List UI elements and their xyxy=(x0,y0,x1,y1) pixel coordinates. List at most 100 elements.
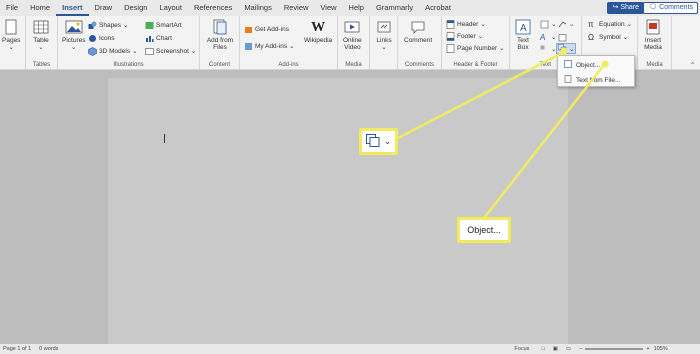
chart-button[interactable]: Chart xyxy=(145,33,172,43)
tab-home[interactable]: Home xyxy=(24,0,56,16)
screenshot-button[interactable]: Screenshot ⌄ xyxy=(145,46,196,56)
group-tables: Table ⌄ Tables xyxy=(26,16,58,70)
wikipedia-label: Wikipedia xyxy=(304,37,333,44)
my-addins-label: My Add-ins xyxy=(255,42,288,50)
page-number-button[interactable]: Page Number ⌄ xyxy=(446,43,505,53)
web-layout-icon[interactable]: ▭ xyxy=(566,346,571,352)
store-icon xyxy=(244,25,253,34)
comment-icon: 🗨 xyxy=(648,4,658,11)
tab-file[interactable]: File xyxy=(0,0,24,16)
screenshot-icon xyxy=(145,47,154,56)
menu-item-label: Text from File... xyxy=(576,76,621,84)
tab-help[interactable]: Help xyxy=(343,0,370,16)
cube-icon xyxy=(88,46,97,56)
3d-models-button[interactable]: 3D Models ⌄ xyxy=(88,46,138,56)
tab-mailings[interactable]: Mailings xyxy=(238,0,278,16)
footer-icon xyxy=(446,31,455,41)
shapes-button[interactable]: Shapes ⌄ xyxy=(88,20,129,30)
text-box-button[interactable]: A Text Box xyxy=(514,19,532,51)
chevron-down-icon: ⌄ xyxy=(480,21,486,28)
tab-view[interactable]: View xyxy=(314,0,342,16)
quick-parts-button[interactable]: ⌄ xyxy=(540,19,556,29)
pages-icon xyxy=(2,19,20,35)
focus-button[interactable]: Focus xyxy=(514,346,529,352)
header-button[interactable]: Header ⌄ xyxy=(446,19,486,29)
footer-button[interactable]: Footer ⌄ xyxy=(446,31,483,41)
zoom-slider[interactable] xyxy=(585,348,644,350)
symbol-button[interactable]: Ω Symbol ⌄ xyxy=(588,32,628,42)
share-button[interactable]: ↪ Share xyxy=(607,2,644,14)
page-count[interactable]: Page 1 of 1 xyxy=(3,346,31,352)
chevron-down-icon: ⌄ xyxy=(551,21,557,28)
table-button[interactable]: Table ⌄ xyxy=(32,19,50,51)
drop-cap-icon xyxy=(540,45,549,54)
add-from-files-button[interactable]: Add from Files xyxy=(205,19,235,51)
insert-media-label-1: Insert xyxy=(644,37,662,44)
date-time-button[interactable] xyxy=(558,32,567,42)
object-button[interactable]: ⌄ xyxy=(556,43,577,54)
signature-icon xyxy=(558,20,567,29)
drop-cap-button[interactable]: ⌄ xyxy=(540,44,556,54)
chevron-down-icon: ⌄ xyxy=(569,21,575,28)
tab-acrobat[interactable]: Acrobat xyxy=(419,0,457,16)
insert-media-button[interactable]: Insert Media xyxy=(644,19,662,51)
smartart-button[interactable]: SmartArt xyxy=(145,20,182,30)
pictures-label: Pictures xyxy=(62,37,86,44)
menu-item-text-from-file[interactable]: Text from File... xyxy=(558,73,634,87)
add-from-files-label-1: Add from xyxy=(206,37,234,44)
group-illustrations: Pictures ⌄ Shapes ⌄ Icons 3D Models ⌄ Sm… xyxy=(58,16,200,70)
tab-references[interactable]: References xyxy=(188,0,238,16)
chevron-down-icon: ⌄ xyxy=(569,45,575,53)
new-comment-button[interactable]: Comment xyxy=(404,19,432,44)
comment-label: Comment xyxy=(404,37,433,44)
word-count[interactable]: 0 words xyxy=(39,346,58,352)
wikipedia-icon: W xyxy=(311,19,326,35)
object-icon xyxy=(564,60,572,70)
read-mode-icon[interactable]: □ xyxy=(541,346,544,352)
tab-design[interactable]: Design xyxy=(118,0,153,16)
smartart-label: SmartArt xyxy=(156,21,182,29)
online-video-label-1: Online xyxy=(343,37,362,44)
get-addins-button[interactable]: Get Add-ins xyxy=(244,24,289,34)
table-label: Table xyxy=(33,37,49,44)
tab-review[interactable]: Review xyxy=(278,0,315,16)
wordart-button[interactable]: A ⌄ xyxy=(540,32,556,42)
zoom-in-button[interactable]: + xyxy=(646,346,649,352)
online-video-button[interactable]: Online Video xyxy=(343,19,362,51)
link-icon xyxy=(375,19,393,35)
chevron-down-icon: ⌄ xyxy=(626,21,633,28)
my-addins-button[interactable]: My Add-ins ⌄ xyxy=(244,41,295,51)
pictures-button[interactable]: Pictures ⌄ xyxy=(62,19,85,51)
group-content: Add from Files Content xyxy=(200,16,240,70)
wikipedia-button[interactable]: W Wikipedia xyxy=(304,19,332,44)
tab-grammarly[interactable]: Grammarly xyxy=(370,0,419,16)
online-video-label-2: Video xyxy=(344,44,361,51)
signature-line-button[interactable]: ⌄ xyxy=(558,19,574,29)
tab-layout[interactable]: Layout xyxy=(153,0,188,16)
document-page[interactable] xyxy=(108,78,568,344)
zoom-out-button[interactable]: − xyxy=(579,346,582,352)
omega-icon: Ω xyxy=(588,32,594,42)
pages-label: Pages xyxy=(2,37,21,44)
chevron-down-icon: ⌄ xyxy=(381,44,387,51)
status-bar: Page 1 of 1 0 words Focus □ ▣ ▭ − + 105% xyxy=(0,344,700,354)
print-layout-icon[interactable]: ▣ xyxy=(553,346,558,352)
pages-button[interactable]: Pages ⌄ xyxy=(2,19,20,51)
object-icon xyxy=(365,134,380,149)
group-insert-media: Insert Media Media xyxy=(638,16,672,70)
group-label-illustrations: Illustrations xyxy=(113,62,144,68)
icons-button[interactable]: Icons xyxy=(88,33,115,43)
equation-button[interactable]: π Equation ⌄ xyxy=(588,19,632,29)
wordart-icon: A xyxy=(540,32,546,42)
page-number-icon xyxy=(446,43,455,53)
tab-draw[interactable]: Draw xyxy=(89,0,119,16)
header-icon xyxy=(446,19,455,29)
zoom-level[interactable]: 105% xyxy=(654,346,668,352)
collapse-ribbon-icon[interactable]: ⌃ xyxy=(690,60,695,70)
menu-item-object[interactable]: Object... xyxy=(558,58,634,72)
group-label-comments: Comments xyxy=(404,62,434,68)
links-button[interactable]: Links ⌄ xyxy=(375,19,393,51)
chevron-down-icon: ⌄ xyxy=(123,22,129,29)
tab-insert[interactable]: Insert xyxy=(56,0,89,16)
comments-button[interactable]: 🗨 Comments xyxy=(643,2,698,14)
